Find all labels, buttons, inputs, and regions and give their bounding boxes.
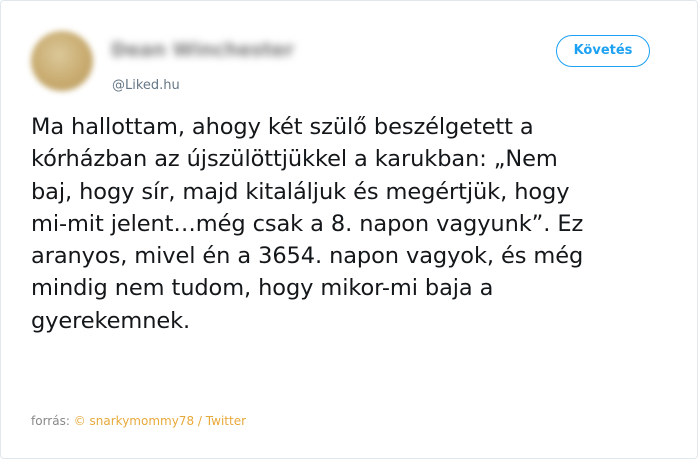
source-platform-link[interactable]: Twitter <box>206 414 246 428</box>
follow-button[interactable]: Követés <box>556 35 650 67</box>
tweet-card: Dean Winchester @Liked.hu Követés Ma hal… <box>0 0 698 459</box>
copyright-icon: © <box>73 414 86 428</box>
tweet-text-line: baj, hogy sír, majd kitaláljuk és megért… <box>31 178 570 205</box>
display-name[interactable]: Dean Winchester <box>111 39 341 61</box>
tweet-text-line: mindig nem tudom, hogy mikor-mi baja a <box>31 275 494 302</box>
tweet-text-line: aranyos, mivel én a 3654. napon vagyok, … <box>31 243 584 270</box>
tweet-text: Ma hallottam, ahogy két szülő beszélgete… <box>31 111 671 337</box>
user-handle[interactable]: @Liked.hu <box>112 78 180 93</box>
tweet-text-line: kórházban az újszülöttjükkel a karukban:… <box>31 146 558 173</box>
tweet-text-line: gyerekemnek. <box>31 307 191 334</box>
source-credit: forrás: © snarkymommy78 / Twitter <box>31 414 246 428</box>
tweet-text-line: mi-mit jelent…még csak a 8. napon vagyun… <box>31 210 584 237</box>
source-separator: / <box>197 414 202 428</box>
tweet-text-line: Ma hallottam, ahogy két szülő beszélgete… <box>31 114 534 140</box>
source-author-link[interactable]: snarkymommy78 <box>90 414 195 428</box>
source-prefix: forrás: <box>31 414 70 428</box>
avatar[interactable] <box>31 31 93 91</box>
